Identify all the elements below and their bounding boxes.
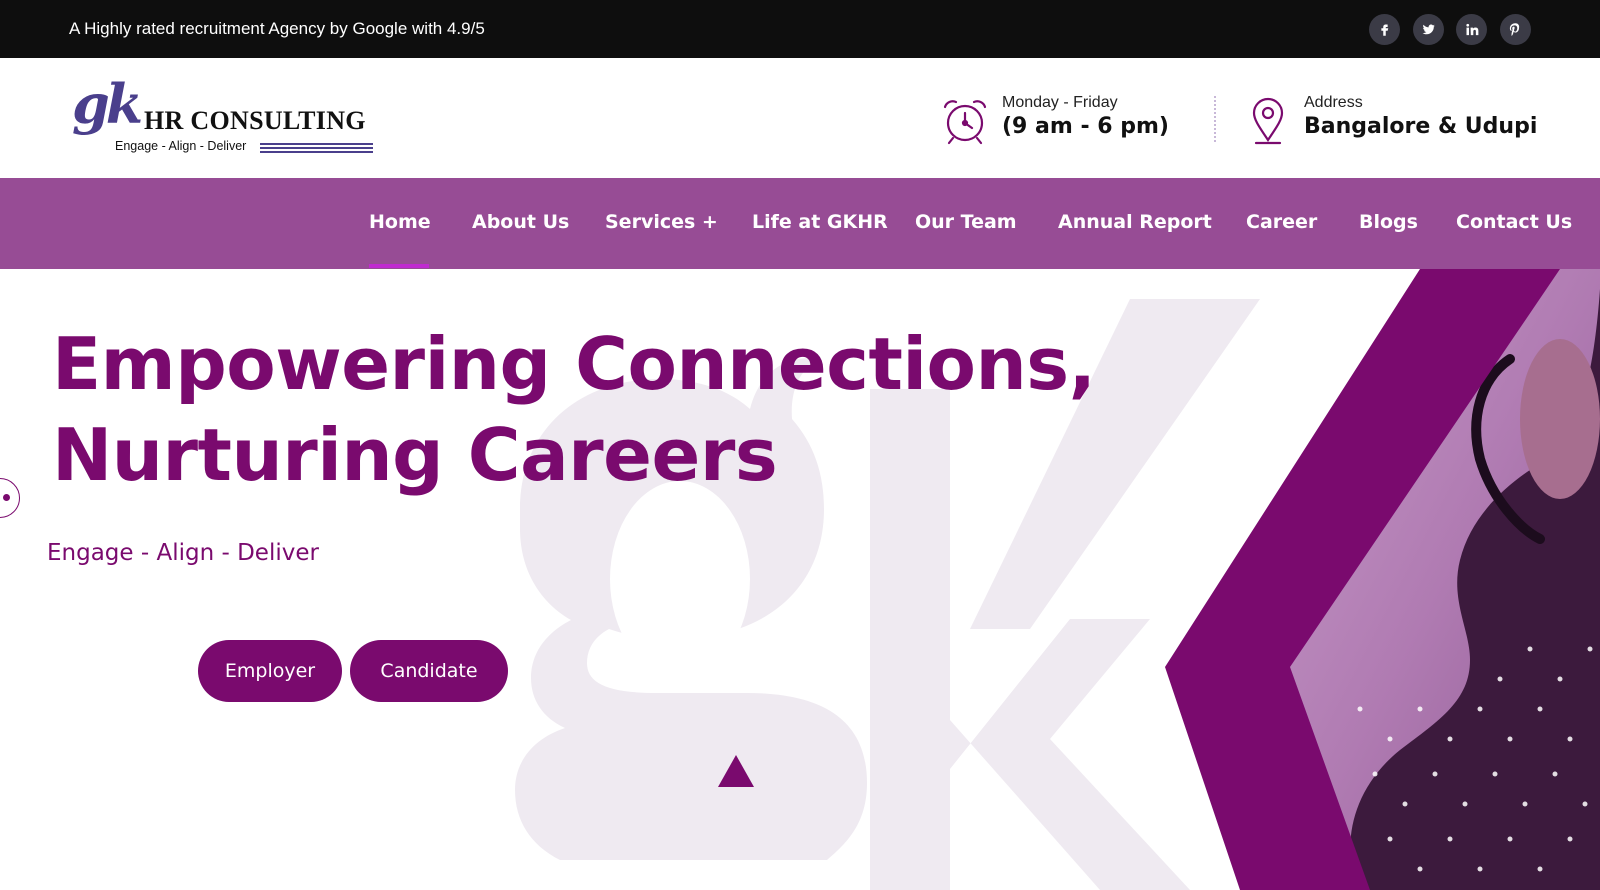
active-nav-indicator (369, 264, 429, 268)
nav-about-us[interactable]: About Us (472, 211, 569, 233)
scroll-up-arrow-icon[interactable] (718, 755, 754, 787)
alarm-clock-icon (943, 100, 987, 145)
hours-block: Monday - Friday (9 am - 6 pm) (1002, 94, 1169, 139)
candidate-button[interactable]: Candidate (350, 640, 508, 702)
nav-blogs[interactable]: Blogs (1359, 211, 1418, 233)
nav-life-at-gkhr[interactable]: Life at GKHR (752, 211, 888, 233)
nav-career[interactable]: Career (1246, 211, 1317, 233)
nav-contact-us[interactable]: Contact Us (1456, 211, 1572, 233)
logo-name: HR CONSULTING (144, 106, 366, 135)
nav-services[interactable]: Services + (605, 211, 718, 233)
hours-label: Monday - Friday (1002, 94, 1118, 111)
logo-mark: gk (72, 72, 143, 136)
hero-title-line1: Empowering Connections, (52, 322, 1096, 406)
facebook-icon[interactable] (1369, 14, 1400, 45)
hero-subtitle: Engage - Align - Deliver (47, 540, 319, 566)
address-block: Address Bangalore & Udupi (1304, 94, 1537, 139)
address-label: Address (1304, 94, 1363, 111)
rating-text: A Highly rated recruitment Agency by Goo… (69, 19, 485, 38)
nav-annual-report[interactable]: Annual Report (1058, 211, 1212, 233)
address-value: Bangalore & Udupi (1304, 114, 1538, 139)
hero-title: Empowering Connections, Nurturing Career… (52, 319, 1096, 501)
pinterest-icon[interactable] (1500, 14, 1531, 45)
nav-our-team[interactable]: Our Team (915, 211, 1017, 233)
top-bar: A Highly rated recruitment Agency by Goo… (0, 0, 1600, 58)
hero-title-line2: Nurturing Careers (52, 413, 778, 497)
twitter-icon[interactable] (1413, 14, 1444, 45)
location-pin-icon (1252, 97, 1284, 145)
hero-section: Empowering Connections, Nurturing Career… (0, 269, 1600, 890)
logo-lines (260, 143, 373, 153)
site-header: gk HR CONSULTING Engage - Align - Delive… (0, 58, 1600, 178)
linkedin-icon[interactable] (1456, 14, 1487, 45)
logo-tagline: Engage - Align - Deliver (115, 139, 247, 153)
hours-value: (9 am - 6 pm) (1002, 114, 1169, 139)
header-divider (1214, 96, 1216, 142)
main-nav: Home About Us Services + Life at GKHR Ou… (0, 178, 1600, 269)
nav-home[interactable]: Home (369, 211, 431, 233)
employer-button[interactable]: Employer (198, 640, 342, 702)
company-logo[interactable]: gk HR CONSULTING Engage - Align - Delive… (72, 72, 382, 158)
